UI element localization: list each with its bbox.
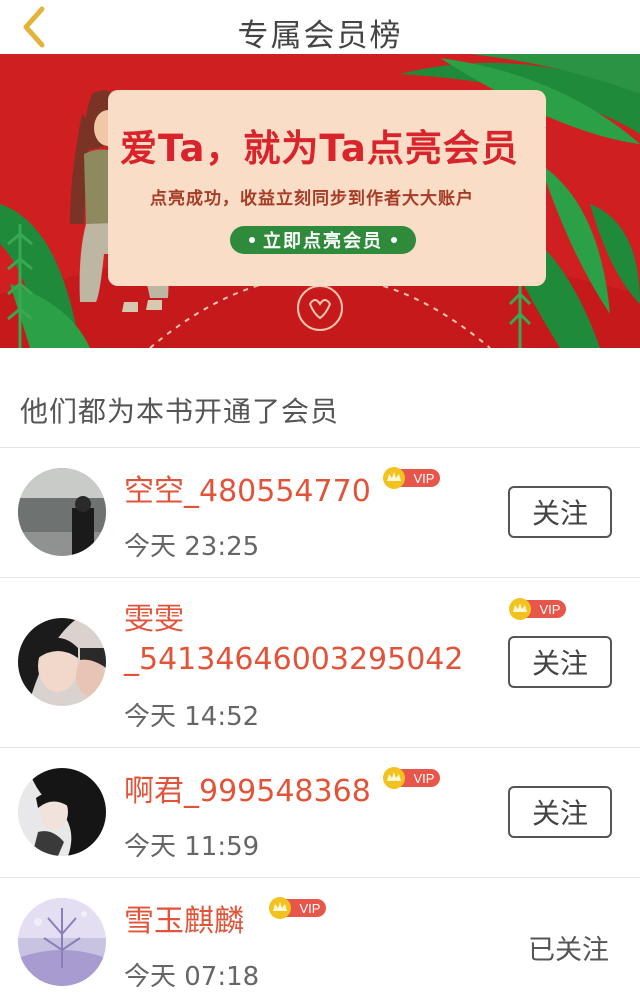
follow-button[interactable]: 关注 xyxy=(508,636,612,688)
avatar-image xyxy=(18,898,106,986)
avatar-image xyxy=(18,468,106,556)
activate-vip-label: 立即点亮会员 xyxy=(263,231,383,252)
svg-text:VIP: VIP xyxy=(414,471,435,486)
follow-button[interactable]: 关注 xyxy=(508,486,612,538)
top-bar: 专属会员榜 xyxy=(0,0,640,54)
activate-vip-button[interactable]: 立即点亮会员 xyxy=(230,226,416,254)
banner-headline: 爱Ta，就为Ta点亮会员 xyxy=(120,127,519,170)
svg-text:VIP: VIP xyxy=(540,602,561,617)
vip-badge: VIP xyxy=(269,897,326,919)
dot-icon xyxy=(249,237,255,243)
member-username[interactable]: 空空_480554770 xyxy=(124,472,371,512)
avatar[interactable] xyxy=(18,618,106,706)
member-username-line2[interactable]: _54134646003295042 xyxy=(124,640,463,680)
dot-icon xyxy=(391,237,397,243)
vip-badge: VIP xyxy=(509,598,566,620)
member-time: 今天 23:25 xyxy=(124,532,260,562)
member-row: 雯雯 _54134646003295042 VIP 今天 14:52 关注 xyxy=(0,578,640,746)
avatar-image xyxy=(18,618,106,706)
member-row: 啊君_999548368 VIP 今天 11:59 关注 xyxy=(0,748,640,876)
member-row: 空空_480554770 VIP 今天 23:25 关注 xyxy=(0,448,640,576)
member-time: 今天 14:52 xyxy=(124,702,260,732)
section-title: 他们都为本书开通了会员 xyxy=(20,395,340,428)
member-username[interactable]: 雪玉麒麟 xyxy=(124,902,244,942)
member-time: 今天 07:18 xyxy=(124,962,260,992)
followed-label[interactable]: 已关注 xyxy=(528,928,609,967)
vip-promo-banner[interactable]: 爱Ta，就为Ta点亮会员 点亮成功，收益立刻同步到作者大大账户 立即点亮会员 xyxy=(0,54,640,348)
avatar[interactable] xyxy=(18,468,106,556)
svg-text:VIP: VIP xyxy=(414,771,435,786)
follow-button[interactable]: 关注 xyxy=(508,786,612,838)
avatar-image xyxy=(18,768,106,856)
page-title: 专属会员榜 xyxy=(237,18,403,54)
member-username-line1[interactable]: 雯雯 xyxy=(124,600,184,640)
vip-badge: VIP xyxy=(383,767,440,789)
member-row: 雪玉麒麟 VIP 今天 07:18 已关注 xyxy=(0,878,640,1003)
member-time: 今天 11:59 xyxy=(124,832,260,862)
vip-badge: VIP xyxy=(383,467,440,489)
avatar[interactable] xyxy=(18,898,106,986)
banner-subtext: 点亮成功，收益立刻同步到作者大大账户 xyxy=(150,189,474,209)
avatar[interactable] xyxy=(18,768,106,856)
svg-text:VIP: VIP xyxy=(300,901,321,916)
member-username[interactable]: 啊君_999548368 xyxy=(124,772,371,812)
